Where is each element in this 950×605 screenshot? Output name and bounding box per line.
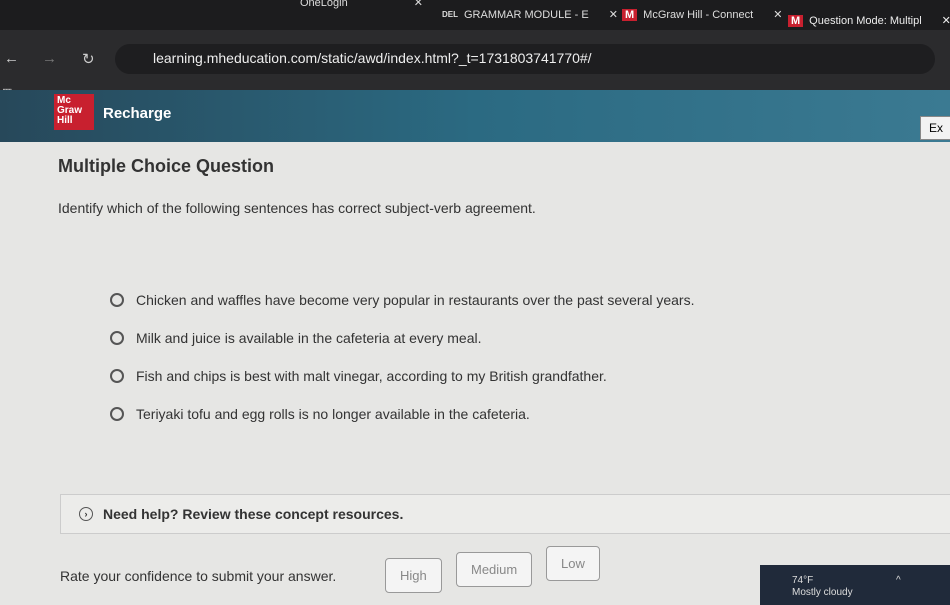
medium-confidence-button[interactable]: Medium — [456, 552, 533, 587]
tab-onelogin[interactable]: OneLogin ✕ — [300, 0, 423, 9]
radio-button[interactable] — [110, 293, 124, 307]
mcgraw-icon: M — [788, 14, 804, 27]
radio-button[interactable] — [110, 369, 124, 383]
option-text: Teriyaki tofu and egg rolls is no longer… — [136, 406, 530, 422]
address-bar-area: ← → ↻ learning.mheducation.com/static/aw… — [0, 30, 950, 99]
close-icon[interactable]: ✕ — [942, 14, 950, 27]
tab-title: McGraw Hill - Connect — [643, 8, 754, 21]
close-icon[interactable]: ✕ — [609, 8, 618, 21]
tab-grammar[interactable]: DEL GRAMMAR MODULE - E ✕ — [442, 8, 618, 22]
tab-title: OneLogin — [300, 0, 348, 9]
concept-resources-toggle[interactable]: › Need help? Review these concept resourc… — [60, 494, 950, 534]
close-icon[interactable]: ✕ — [773, 8, 782, 21]
app-header: Mc Graw Hill Recharge Ex — [0, 90, 950, 142]
option-text: Fish and chips is best with malt vinegar… — [136, 368, 607, 384]
question-panel: Multiple Choice Question Identify which … — [0, 142, 950, 601]
low-confidence-button[interactable]: Low — [546, 546, 600, 581]
tab-title: GRAMMAR MODULE - E — [464, 8, 589, 21]
chevron-right-icon: › — [79, 507, 93, 521]
tab-question-mode[interactable]: M Question Mode: Multipl ✕ — [788, 14, 950, 27]
question-type: Multiple Choice Question — [58, 156, 275, 176]
radio-button[interactable] — [110, 331, 124, 345]
app-name: Recharge — [103, 105, 172, 122]
forward-icon[interactable]: → — [42, 50, 57, 67]
option-text: Milk and juice is available in the cafet… — [136, 330, 482, 346]
reload-icon[interactable]: ↻ — [82, 50, 95, 68]
question-prompt: Identify which of the following sentence… — [58, 200, 536, 216]
temperature: 74°F — [792, 575, 814, 586]
high-confidence-button[interactable]: High — [385, 558, 442, 593]
answer-option[interactable]: Chicken and waffles have become very pop… — [110, 292, 694, 308]
tab-connect[interactable]: M McGraw Hill - Connect ✕ — [622, 8, 782, 21]
exit-button[interactable]: Ex — [920, 116, 950, 140]
back-icon[interactable]: ← — [4, 50, 19, 67]
tab-title: Question Mode: Multipl — [809, 14, 922, 27]
confidence-prompt: Rate your confidence to submit your answ… — [60, 568, 337, 584]
chevron-up-icon[interactable]: ^ — [896, 575, 901, 586]
url-input[interactable]: learning.mheducation.com/static/awd/inde… — [115, 44, 935, 74]
answer-option[interactable]: Teriyaki tofu and egg rolls is no longer… — [110, 406, 530, 422]
del-icon: DEL — [442, 10, 458, 19]
url-text: learning.mheducation.com/static/awd/inde… — [153, 50, 592, 66]
mcgraw-icon: M — [622, 8, 638, 21]
help-text: Need help? Review these concept resource… — [103, 506, 404, 522]
tab-bar: OneLogin ✕ DEL GRAMMAR MODULE - E ✕ M McGraw… — [0, 0, 950, 30]
mcgraw-hill-logo: Mc Graw Hill — [54, 94, 94, 130]
answer-option[interactable]: Fish and chips is best with malt vinegar… — [110, 368, 607, 384]
close-icon[interactable]: ✕ — [414, 0, 423, 9]
answer-option[interactable]: Milk and juice is available in the cafet… — [110, 330, 482, 346]
radio-button[interactable] — [110, 407, 124, 421]
taskbar: 74°F Mostly cloudy ^ — [760, 565, 950, 605]
option-text: Chicken and waffles have become very pop… — [136, 292, 695, 308]
weather: Mostly cloudy — [792, 587, 853, 598]
